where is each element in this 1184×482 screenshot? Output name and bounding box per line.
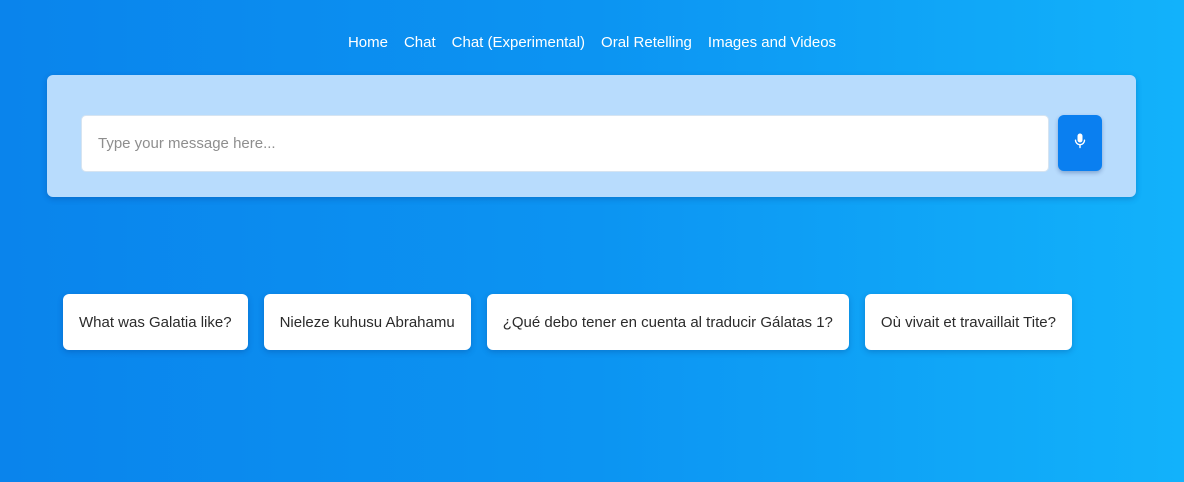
- suggestion-chip-tite[interactable]: Où vivait et travaillait Tite?: [864, 294, 1072, 350]
- message-input[interactable]: [81, 115, 1049, 172]
- suggestion-chip-galatia[interactable]: What was Galatia like?: [63, 294, 248, 350]
- nav-link-images-and-videos[interactable]: Images and Videos: [708, 33, 836, 53]
- chat-input-panel: [47, 75, 1136, 197]
- nav-link-home[interactable]: Home: [348, 33, 388, 53]
- suggestion-chip-galatas[interactable]: ¿Qué debo tener en cuenta al traducir Gá…: [486, 294, 849, 350]
- microphone-icon: [1074, 133, 1086, 154]
- nav-link-chat-experimental[interactable]: Chat (Experimental): [452, 33, 585, 53]
- suggestion-chip-abrahamu[interactable]: Nieleze kuhusu Abrahamu: [263, 294, 471, 350]
- microphone-button[interactable]: [1058, 115, 1102, 171]
- suggestion-chips: What was Galatia like? Nieleze kuhusu Ab…: [63, 294, 1072, 350]
- nav-link-chat[interactable]: Chat: [404, 33, 436, 53]
- top-nav: Home Chat Chat (Experimental) Oral Retel…: [0, 33, 1184, 53]
- nav-link-oral-retelling[interactable]: Oral Retelling: [601, 33, 692, 53]
